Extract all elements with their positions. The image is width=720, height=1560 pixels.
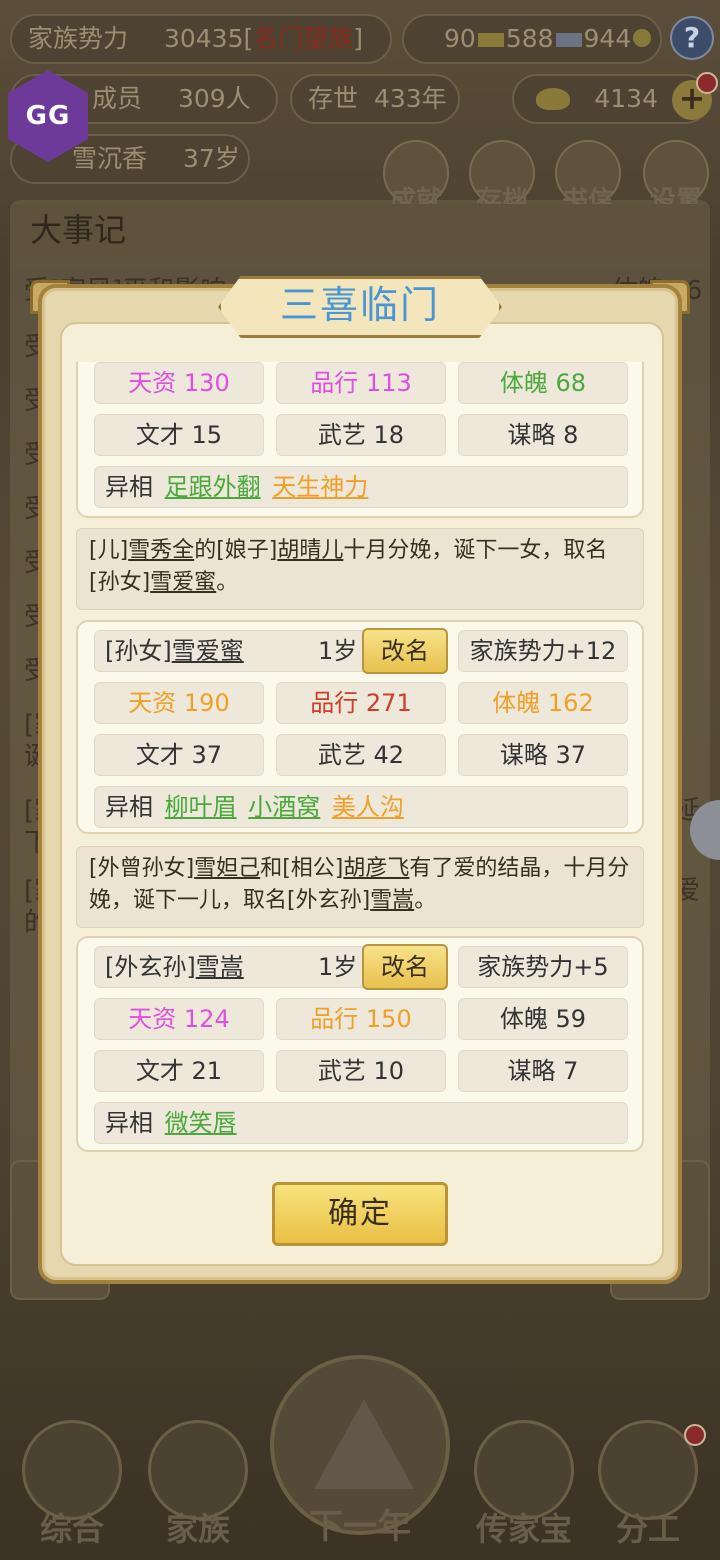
rename-button[interactable]: 改名 bbox=[362, 628, 448, 674]
confirm-button[interactable]: 确定 bbox=[272, 1182, 448, 1246]
child-card: [外玄孙]雪嵩 1岁 改名 家族势力+5 天资 124 品行 150 体魄 59… bbox=[76, 936, 644, 1152]
birth-event-text: [外曾孙女]雪妲己和[相公]胡彦飞有了爱的结晶，十月分娩，诞下一儿，取名[外玄孙… bbox=[76, 846, 644, 928]
traits-row: 异相 微笑唇 bbox=[94, 1102, 628, 1144]
traits-row: 异相 足跟外翻 天生神力 bbox=[94, 466, 628, 508]
ingots-value: 4134 bbox=[594, 84, 658, 113]
stat-aptitude: 天资 130 bbox=[94, 362, 264, 404]
chronicle-title: 大事记 bbox=[12, 204, 708, 258]
family-power-pill: 家族势力 30435[名门望族] bbox=[10, 14, 392, 64]
nav-family[interactable]: 家族 bbox=[138, 1420, 258, 1550]
stat-strategy: 谋略 7 bbox=[458, 1050, 628, 1092]
trait: 天生神力 bbox=[272, 473, 369, 501]
stat-martial: 武艺 42 bbox=[276, 734, 446, 776]
child-card: 天资 130 品行 113 体魄 68 文才 15 武艺 18 谋略 8 异相 … bbox=[76, 362, 644, 518]
stat-physique: 体魄 59 bbox=[458, 998, 628, 1040]
stat-literary: 文才 15 bbox=[94, 414, 264, 456]
existence-pill: 存世 433年 bbox=[290, 74, 460, 124]
coin-icon bbox=[633, 29, 652, 47]
members-label: 成员 bbox=[92, 84, 143, 113]
rename-button[interactable]: 改名 bbox=[362, 944, 448, 990]
trait: 柳叶眉 bbox=[164, 793, 237, 821]
trait: 足跟外翻 bbox=[164, 473, 261, 501]
nav-heirloom[interactable]: 传家宝 bbox=[464, 1420, 584, 1550]
trait: 小酒窝 bbox=[248, 793, 321, 821]
family-rank: 名门望族 bbox=[253, 24, 354, 53]
trait: 美人沟 bbox=[331, 793, 404, 821]
birth-event-text: [儿]雪秀全的[娘子]胡晴儿十月分娩，诞下一女，取名[孙女]雪爱蜜。 bbox=[76, 528, 644, 610]
stat-conduct: 品行 150 bbox=[276, 998, 446, 1040]
traits-label: 异相 bbox=[105, 793, 153, 821]
existence-label: 存世 bbox=[308, 84, 359, 113]
silver-bar-icon bbox=[555, 33, 582, 47]
stat-conduct: 品行 271 bbox=[276, 682, 446, 724]
stat-physique: 体魄 68 bbox=[458, 362, 628, 404]
ingot-icon bbox=[536, 88, 570, 110]
child-age: 1岁 bbox=[318, 953, 358, 981]
trait: 微笑唇 bbox=[164, 1109, 237, 1137]
patriarch-name: 雪沉香 bbox=[72, 144, 148, 173]
stat-conduct: 品行 113 bbox=[276, 362, 446, 404]
mountain-icon bbox=[314, 1399, 414, 1489]
help-button[interactable]: ? bbox=[670, 16, 714, 60]
stat-martial: 武艺 18 bbox=[276, 414, 446, 456]
family-power-label: 家族势力 bbox=[28, 24, 129, 53]
child-name: 雪爱蜜 bbox=[171, 637, 244, 665]
stat-strategy: 谋略 37 bbox=[458, 734, 628, 776]
gold-bars-value: 90 bbox=[444, 24, 476, 53]
notification-dot bbox=[696, 72, 718, 94]
stat-literary: 文才 21 bbox=[94, 1050, 264, 1092]
nav-general[interactable]: 综合 bbox=[12, 1420, 132, 1550]
modal-scroll-area[interactable]: 天资 130 品行 113 体魄 68 文才 15 武艺 18 谋略 8 异相 … bbox=[76, 362, 644, 1162]
child-name: 雪嵩 bbox=[195, 953, 244, 981]
family-power-value: 30435 bbox=[163, 24, 244, 53]
notification-dot bbox=[684, 1424, 706, 1446]
patriarch-age: 37岁 bbox=[182, 144, 240, 173]
stat-strategy: 谋略 8 bbox=[458, 414, 628, 456]
silver-bars-value: 588 bbox=[505, 24, 554, 53]
coins-value: 944 bbox=[583, 24, 632, 53]
traits-row: 异相 柳叶眉 小酒窝 美人沟 bbox=[94, 786, 628, 828]
child-card: [孙女]雪爱蜜 1岁 改名 家族势力+12 天资 190 品行 271 体魄 1… bbox=[76, 620, 644, 834]
members-value: 309人 bbox=[177, 84, 251, 113]
family-power-bonus: 家族势力+12 bbox=[458, 630, 628, 672]
existence-value: 433年 bbox=[373, 84, 447, 113]
stat-physique: 体魄 162 bbox=[458, 682, 628, 724]
gold-bar-icon bbox=[477, 33, 504, 47]
stat-martial: 武艺 10 bbox=[276, 1050, 446, 1092]
traits-label: 异相 bbox=[105, 473, 153, 501]
stat-aptitude: 天资 124 bbox=[94, 998, 264, 1040]
modal-title: 三喜临门 bbox=[279, 283, 440, 327]
family-power-bonus: 家族势力+5 bbox=[458, 946, 628, 988]
child-age: 1岁 bbox=[318, 637, 358, 665]
nav-next-year[interactable]: 下一年 bbox=[270, 1355, 450, 1547]
stat-literary: 文才 37 bbox=[94, 734, 264, 776]
traits-label: 异相 bbox=[105, 1109, 153, 1137]
currency-pill: 90 588 944 bbox=[402, 14, 662, 64]
stat-aptitude: 天资 190 bbox=[94, 682, 264, 724]
